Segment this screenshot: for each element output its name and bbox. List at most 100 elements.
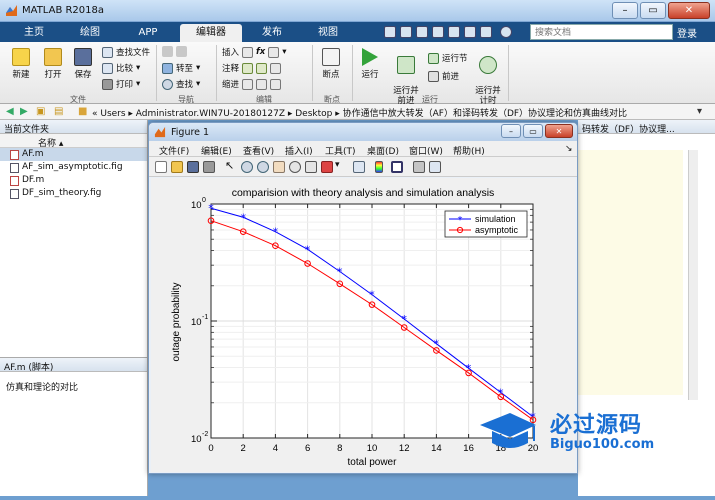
chevron-down-icon[interactable]: ▾ bbox=[335, 160, 347, 172]
menu-tools[interactable]: 工具(T) bbox=[325, 144, 356, 157]
data-point[interactable]: * bbox=[305, 243, 311, 256]
run-section-button[interactable]: 运行节 bbox=[428, 52, 468, 64]
cut-quick-icon[interactable] bbox=[400, 26, 412, 38]
column-header-name[interactable]: 名称 ▴ bbox=[0, 134, 147, 149]
menu-overflow-icon[interactable]: ↘ bbox=[565, 144, 573, 154]
menu-desktop[interactable]: 桌面(D) bbox=[367, 144, 399, 157]
zoom-in-icon[interactable] bbox=[241, 161, 253, 173]
indent-button[interactable]: 缩进 bbox=[222, 78, 282, 90]
figure-close-button[interactable]: ✕ bbox=[545, 124, 573, 138]
y-axis-label: outage probability bbox=[171, 283, 182, 362]
menu-edit[interactable]: 编辑(E) bbox=[201, 144, 232, 157]
data-point[interactable]: * bbox=[337, 265, 343, 278]
open-folder-icon bbox=[44, 48, 62, 66]
data-point[interactable]: * bbox=[401, 313, 407, 326]
editor-tab-title[interactable]: 码转发（DF）协议理... bbox=[578, 120, 715, 134]
tab-plots[interactable]: 绘图 bbox=[64, 24, 116, 42]
pan-hand-icon[interactable] bbox=[273, 161, 285, 173]
up-folder-icon[interactable]: ▣ bbox=[36, 106, 45, 117]
open-file-icon[interactable] bbox=[171, 161, 183, 173]
save-button[interactable]: 保存 bbox=[68, 48, 98, 80]
menu-window[interactable]: 窗口(W) bbox=[409, 144, 443, 157]
save-quick-icon[interactable] bbox=[384, 26, 396, 38]
tab-editor[interactable]: 编辑器 bbox=[180, 24, 242, 42]
figure-maximize-button[interactable]: ▭ bbox=[523, 124, 543, 138]
legend-icon[interactable] bbox=[391, 161, 403, 173]
link-plot-icon[interactable] bbox=[353, 161, 365, 173]
help-quick-icon[interactable] bbox=[500, 26, 512, 38]
comment-button[interactable]: 注释 bbox=[222, 62, 282, 74]
data-point[interactable]: * bbox=[273, 226, 279, 239]
run-button[interactable]: 运行 bbox=[356, 48, 384, 80]
menu-file[interactable]: 文件(F) bbox=[159, 144, 189, 157]
forward-arrow-icon[interactable]: ▶ bbox=[20, 106, 28, 117]
select-arrow-icon[interactable]: ↖ bbox=[225, 159, 237, 172]
maximize-button[interactable]: ▭ bbox=[640, 2, 666, 19]
tab-view[interactable]: 视图 bbox=[302, 24, 354, 42]
list-item[interactable]: DF.m bbox=[0, 174, 147, 187]
new-button[interactable]: 新建 bbox=[6, 48, 36, 80]
compare-button[interactable]: 比较 ▾ bbox=[102, 62, 140, 74]
find-files-button[interactable]: 查找文件 bbox=[102, 46, 150, 58]
browse-folder-icon[interactable]: ▤ bbox=[54, 106, 63, 117]
back-arrow-icon[interactable]: ◀ bbox=[6, 106, 14, 117]
redo-quick-icon[interactable] bbox=[464, 26, 476, 38]
rotate-3d-icon[interactable] bbox=[289, 161, 301, 173]
insert-button[interactable]: 插入 fx ▾ bbox=[222, 46, 286, 58]
data-point[interactable]: * bbox=[369, 289, 375, 302]
close-button[interactable]: ✕ bbox=[668, 2, 710, 19]
tab-apps[interactable]: APP bbox=[122, 24, 174, 42]
app-title: MATLAB R2018a bbox=[22, 5, 105, 16]
y-tick-label: 10 bbox=[191, 317, 202, 328]
insert-menu-icon bbox=[268, 46, 280, 58]
list-item[interactable]: DF_sim_theory.fig bbox=[0, 187, 147, 200]
print-figure-icon[interactable] bbox=[203, 161, 215, 173]
insert-section-icon bbox=[242, 46, 254, 58]
hide-plot-tools-icon[interactable] bbox=[413, 161, 425, 173]
print-button[interactable]: 打印 ▾ bbox=[102, 78, 140, 90]
tab-home[interactable]: 主页 bbox=[10, 24, 58, 42]
save-figure-icon[interactable] bbox=[187, 161, 199, 173]
new-figure-icon[interactable] bbox=[155, 161, 167, 173]
fig-file-icon bbox=[10, 189, 19, 199]
editor-code-area[interactable] bbox=[578, 150, 683, 395]
menu-insert[interactable]: 插入(I) bbox=[285, 144, 313, 157]
copy-quick-icon[interactable] bbox=[416, 26, 428, 38]
x-tick-label: 16 bbox=[463, 443, 474, 454]
chevron-down-icon[interactable]: ▾ bbox=[697, 106, 702, 117]
switch-windows-icon[interactable] bbox=[480, 26, 492, 38]
find-button[interactable]: 查找 ▾ bbox=[162, 78, 200, 90]
colorbar-icon[interactable] bbox=[375, 161, 383, 173]
open-button[interactable]: 打开 bbox=[38, 48, 68, 80]
find-icon bbox=[162, 78, 173, 90]
fx-icon[interactable]: fx bbox=[256, 47, 265, 57]
minimize-button[interactable]: – bbox=[612, 2, 638, 19]
zoom-out-icon[interactable] bbox=[257, 161, 269, 173]
editor-scrollbar[interactable] bbox=[688, 150, 698, 400]
undo-quick-icon[interactable] bbox=[448, 26, 460, 38]
paste-quick-icon[interactable] bbox=[432, 26, 444, 38]
chevron-down-icon: ▾ bbox=[136, 63, 141, 73]
advance-icon bbox=[428, 70, 439, 82]
group-separator bbox=[352, 45, 353, 101]
breakpoints-button[interactable]: 断点 bbox=[316, 48, 346, 80]
menu-help[interactable]: 帮助(H) bbox=[453, 144, 485, 157]
bookmark-buttons[interactable] bbox=[162, 46, 187, 57]
data-point[interactable]: * bbox=[240, 211, 246, 224]
search-documentation-input[interactable] bbox=[530, 24, 673, 40]
app-titlebar: MATLAB R2018a – ▭ ✕ bbox=[0, 0, 715, 22]
tab-publish[interactable]: 发布 bbox=[246, 24, 298, 42]
data-cursor-icon[interactable] bbox=[305, 161, 317, 173]
advance-button[interactable]: 前进 bbox=[428, 70, 459, 82]
menu-view[interactable]: 查看(V) bbox=[243, 144, 274, 157]
list-item[interactable]: AF_sim_asymptotic.fig bbox=[0, 161, 147, 174]
list-item[interactable]: AF.m bbox=[0, 148, 147, 161]
new-icon bbox=[12, 48, 30, 66]
figure-minimize-button[interactable]: – bbox=[501, 124, 521, 138]
data-point[interactable]: * bbox=[208, 202, 214, 215]
brush-icon[interactable] bbox=[321, 161, 333, 173]
login-button[interactable]: 登录 bbox=[677, 25, 697, 40]
goto-button[interactable]: 转至 ▾ bbox=[162, 62, 200, 74]
current-folder-path[interactable]: « Users ▸ Administrator.WIN7U-20180127Z … bbox=[92, 106, 627, 119]
show-plot-tools-icon[interactable] bbox=[429, 161, 441, 173]
